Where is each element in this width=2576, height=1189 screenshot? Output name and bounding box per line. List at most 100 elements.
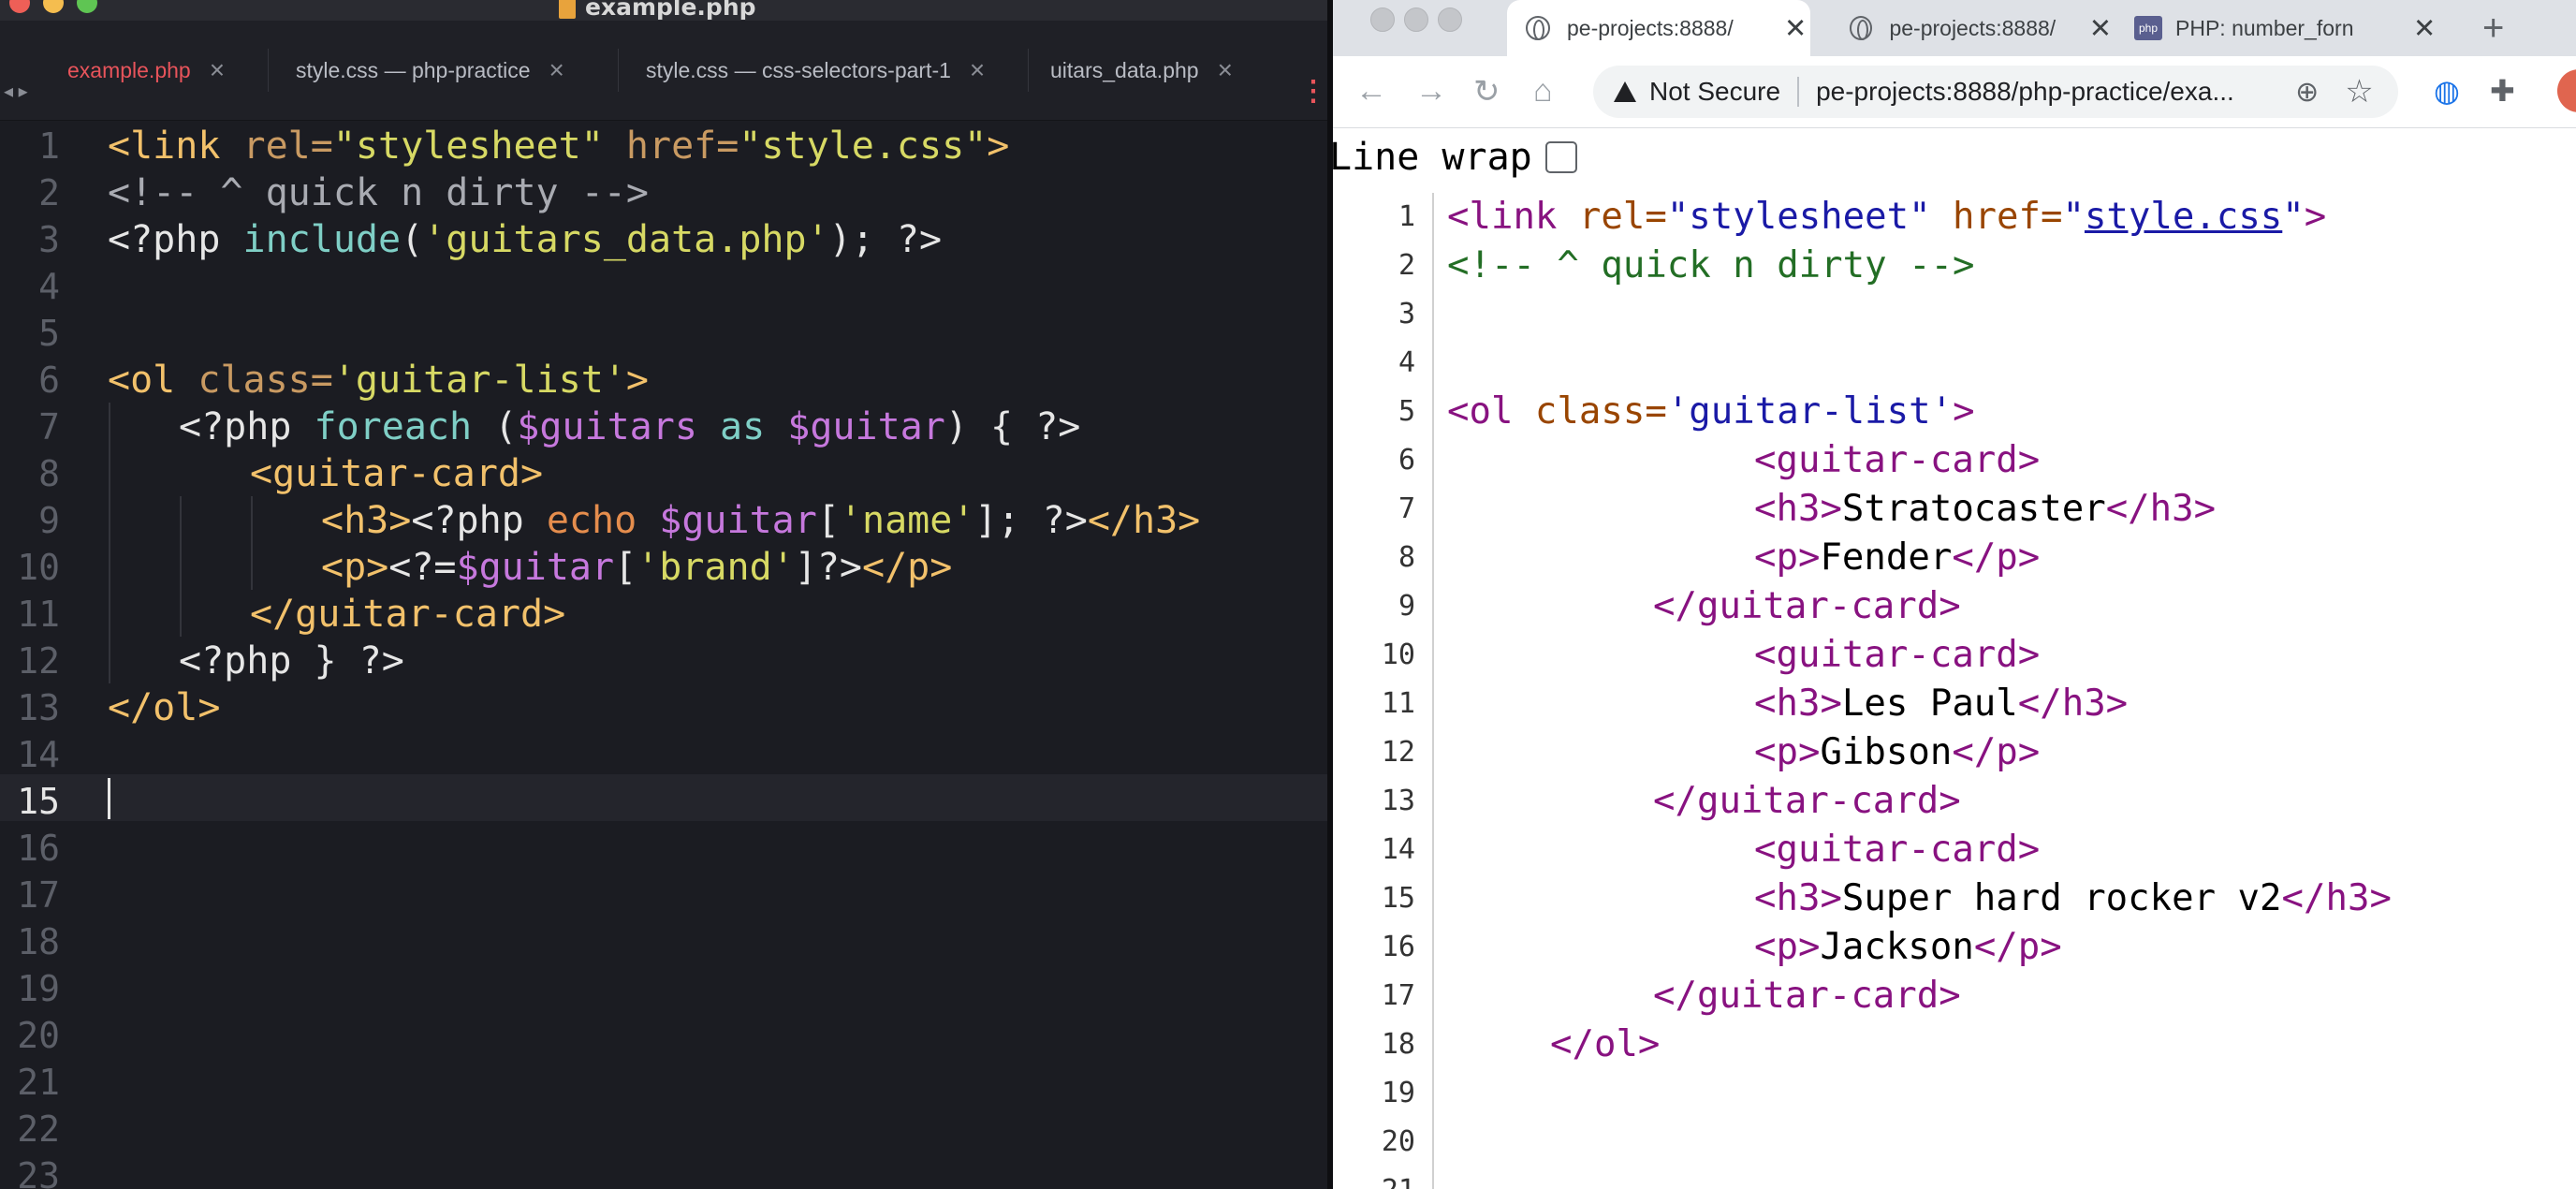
tab-guitars-data-php[interactable]: uitars_data.php ×: [1050, 21, 1233, 120]
line-number: 19: [17, 968, 60, 1009]
back-arrow-icon[interactable]: ←: [1355, 73, 1387, 110]
close-window-button[interactable]: [9, 0, 30, 13]
code-token: <!-- ^ quick n dirty -->: [108, 171, 649, 214]
source-line-6: <guitar-card>: [1754, 439, 2041, 481]
tab-overflow-icon[interactable]: ⋮: [1299, 41, 1327, 140]
code-token: 'brand': [637, 546, 795, 589]
close-tab-icon[interactable]: ×: [970, 55, 985, 85]
editor-tab-bar: ◂ ▸ example.php × style.css — php-practic…: [0, 21, 1327, 121]
minimize-window-button[interactable]: [43, 0, 64, 13]
line-wrap-checkbox[interactable]: [1544, 141, 1577, 173]
source-line-number: 7: [1398, 492, 1415, 525]
stylesheet-link[interactable]: style.css: [2085, 196, 2282, 238]
code-token: <h3>: [321, 499, 412, 542]
source-line-number: 3: [1398, 298, 1415, 330]
source-line-number: 4: [1398, 346, 1415, 379]
view-source-area: 1 2 3 4 5 6 7 8 9 10 11 12 13 14 15 16 1…: [1333, 193, 2576, 1189]
line-number-gutter: 1 2 3 4 5 6 7 8 9 10 11 12 13 14 15 16 1…: [0, 120, 94, 1189]
code-token: <?php: [108, 218, 243, 261]
browser-tab[interactable]: pe-projects:8888/ ✕: [1831, 0, 2112, 56]
security-status-label[interactable]: Not Secure: [1649, 77, 1780, 107]
tab-label: uitars_data.php: [1050, 57, 1199, 82]
browser-tab-label: pe-projects:8888/: [1567, 15, 1734, 40]
source-line-number: 5: [1398, 395, 1415, 428]
source-line-number: 9: [1398, 590, 1415, 623]
close-tab-icon[interactable]: ×: [1218, 55, 1233, 85]
close-tab-icon[interactable]: ✕: [2413, 12, 2436, 45]
extensions-puzzle-icon[interactable]: ✚: [2490, 73, 2515, 109]
source-token: </h3>: [2017, 683, 2129, 725]
new-tab-button[interactable]: +: [2482, 0, 2504, 56]
source-line-number: 14: [1381, 833, 1415, 866]
browser-minimize-button[interactable]: [1404, 7, 1428, 32]
browser-zoom-button[interactable]: [1438, 7, 1462, 32]
guitar-brand: Jackson: [1820, 926, 1974, 968]
source-token: <ol: [1447, 390, 1514, 433]
code-token: "stylesheet": [332, 125, 604, 168]
code-line-9: <h3><?php echo $guitar['name']; ?></h3>: [321, 497, 1200, 544]
warning-triangle-icon: [1614, 81, 1636, 102]
line-wrap-control[interactable]: Line wrap: [1333, 131, 1577, 183]
code-token: "style.css": [739, 125, 988, 168]
php-file-icon: [559, 0, 576, 19]
extension-badge-icon[interactable]: ◍: [2434, 73, 2460, 109]
source-token: >: [1953, 390, 1975, 433]
source-line-number: 18: [1381, 1028, 1415, 1061]
browser-close-button[interactable]: [1370, 7, 1395, 32]
url-text[interactable]: pe-projects:8888/php-practice/exa...: [1816, 77, 2284, 107]
source-line-2: <!-- ^ quick n dirty -->: [1447, 242, 1975, 290]
editor-titlebar: example.php: [0, 0, 1327, 21]
code-token: include: [242, 218, 402, 261]
browser-tab-active[interactable]: pe-projects:8888/ ✕: [1507, 0, 1810, 56]
line-number: 14: [17, 734, 60, 775]
source-token: class=: [1513, 390, 1667, 433]
address-bar[interactable]: Not Secure pe-projects:8888/php-practice…: [1593, 66, 2398, 118]
browser-tab-strip: pe-projects:8888/ ✕ pe-projects:8888/ ✕ …: [1333, 0, 2576, 56]
php-favicon-icon: php: [2134, 16, 2162, 40]
reload-icon[interactable]: ↻: [1473, 73, 1500, 110]
code-token: $guitars: [517, 405, 697, 448]
code-token: </guitar-card>: [250, 593, 566, 636]
source-token: <!-- ^ quick n dirty -->: [1447, 244, 1975, 286]
tab-example-php[interactable]: example.php ×: [67, 21, 225, 120]
source-token: </h3>: [2281, 877, 2392, 919]
source-line-5: <ol class='guitar-list'>: [1447, 388, 1975, 436]
tab-style-css-css-selectors[interactable]: style.css — css-selectors-part-1 ×: [646, 21, 985, 120]
source-line-number: 16: [1381, 931, 1415, 963]
zoom-magnifier-icon[interactable]: ⊕: [2295, 76, 2319, 109]
close-tab-icon[interactable]: ✕: [2089, 12, 2112, 45]
line-number: 23: [17, 1155, 60, 1189]
code-line-3: <?php include('guitars_data.php'); ?>: [108, 216, 942, 263]
browser-tab[interactable]: php PHP: number_forn ✕: [2115, 0, 2443, 56]
bookmark-star-icon[interactable]: ☆: [2345, 73, 2373, 110]
source-line-number: 12: [1381, 736, 1415, 769]
source-line-number: 10: [1381, 639, 1415, 671]
source-token: ": [2282, 196, 2305, 238]
source-line-number: 8: [1398, 541, 1415, 574]
home-icon[interactable]: ⌂: [1533, 73, 1553, 110]
profile-avatar[interactable]: [2557, 69, 2576, 112]
source-line-13: </guitar-card>: [1653, 780, 1961, 822]
close-tab-icon[interactable]: ×: [549, 55, 564, 85]
close-tab-icon[interactable]: ×: [210, 55, 225, 85]
tab-separator: [1028, 49, 1029, 92]
code-token: 'name': [839, 499, 975, 542]
source-token: <h3>: [1754, 488, 1842, 530]
tab-style-css-php-practice[interactable]: style.css — php-practice ×: [296, 21, 564, 120]
source-line-17: </guitar-card>: [1653, 975, 1961, 1017]
line-number: 22: [17, 1108, 60, 1150]
browser-window: pe-projects:8888/ ✕ pe-projects:8888/ ✕ …: [1333, 0, 2576, 1189]
browser-tab-label: PHP: number_forn: [2175, 15, 2354, 40]
close-tab-icon[interactable]: ✕: [1784, 12, 1807, 45]
line-number: 4: [38, 266, 60, 307]
source-token: <p>: [1754, 731, 1821, 773]
forward-arrow-icon[interactable]: →: [1415, 73, 1447, 110]
zoom-window-button[interactable]: [77, 0, 97, 13]
guitar-name: Stratocaster: [1841, 488, 2106, 530]
globe-icon: [1850, 16, 1873, 40]
code-token: </h3>: [1087, 499, 1201, 542]
line-number: 21: [17, 1062, 60, 1103]
source-token: <link: [1447, 196, 1558, 238]
code-token: 'guitar-list': [332, 359, 626, 402]
source-token: >: [2304, 196, 2327, 238]
